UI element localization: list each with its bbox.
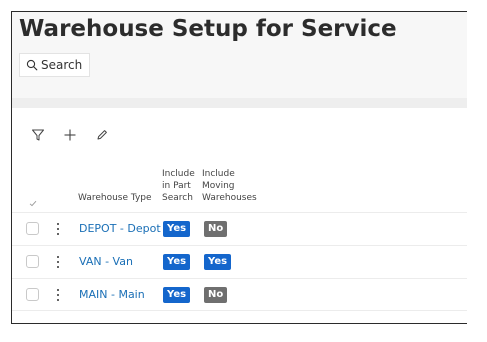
column-header-warehouse-type[interactable]: Warehouse Type	[78, 192, 152, 204]
include-moving-warehouses-badge: Yes	[204, 254, 232, 270]
page-header: Warehouse Setup for Service Search	[12, 12, 467, 98]
search-label: Search	[41, 58, 83, 72]
warehouse-type-link[interactable]: MAIN - Main	[79, 288, 145, 301]
row-actions-menu-icon[interactable]	[56, 221, 60, 237]
column-header-include-in-part-search[interactable]: Include in Part Search	[162, 168, 195, 204]
include-in-part-search-badge: Yes	[163, 221, 191, 237]
grid-toolbar	[30, 127, 110, 143]
warehouse-grid: Warehouse Type Include in Part Search In…	[12, 108, 467, 323]
include-in-part-search-badge: Yes	[163, 287, 191, 303]
column-header-line: Include	[162, 169, 195, 179]
row-checkbox[interactable]	[26, 288, 39, 301]
pencil-icon[interactable]	[94, 127, 110, 143]
include-moving-warehouses-badge: No	[204, 287, 228, 303]
table-row[interactable]: VAN - Van Yes Yes	[12, 245, 467, 278]
warehouse-type-link[interactable]: VAN - Van	[79, 255, 133, 268]
table-row[interactable]: MAIN - Main Yes No	[12, 278, 467, 311]
column-header-line: Include	[202, 169, 235, 179]
column-header-include-moving-warehouses[interactable]: Include Moving Warehouses	[202, 168, 257, 204]
section-divider	[12, 98, 467, 108]
frame-bottom-border	[11, 323, 467, 324]
row-checkbox[interactable]	[26, 255, 39, 268]
include-in-part-search-badge: Yes	[163, 254, 191, 270]
plus-icon[interactable]	[62, 127, 78, 143]
select-all-check-icon[interactable]	[29, 192, 37, 211]
column-header-line: in Part	[162, 181, 191, 191]
filter-icon[interactable]	[30, 127, 46, 143]
column-header-line: Search	[162, 193, 193, 203]
search-button[interactable]: Search	[19, 53, 91, 77]
column-header-line: Warehouses	[202, 193, 257, 203]
app-window: Warehouse Setup for Service Search Wareh…	[11, 11, 467, 324]
table-row[interactable]: DEPOT - Depot Yes No	[12, 212, 467, 245]
page-title: Warehouse Setup for Service	[19, 16, 397, 42]
include-moving-warehouses-badge: No	[204, 221, 228, 237]
column-header-line: Moving	[202, 181, 235, 191]
warehouse-type-link[interactable]: DEPOT - Depot	[79, 222, 161, 235]
row-checkbox[interactable]	[26, 222, 39, 235]
row-actions-menu-icon[interactable]	[56, 287, 60, 303]
row-actions-menu-icon[interactable]	[56, 254, 60, 270]
search-icon	[26, 59, 38, 71]
